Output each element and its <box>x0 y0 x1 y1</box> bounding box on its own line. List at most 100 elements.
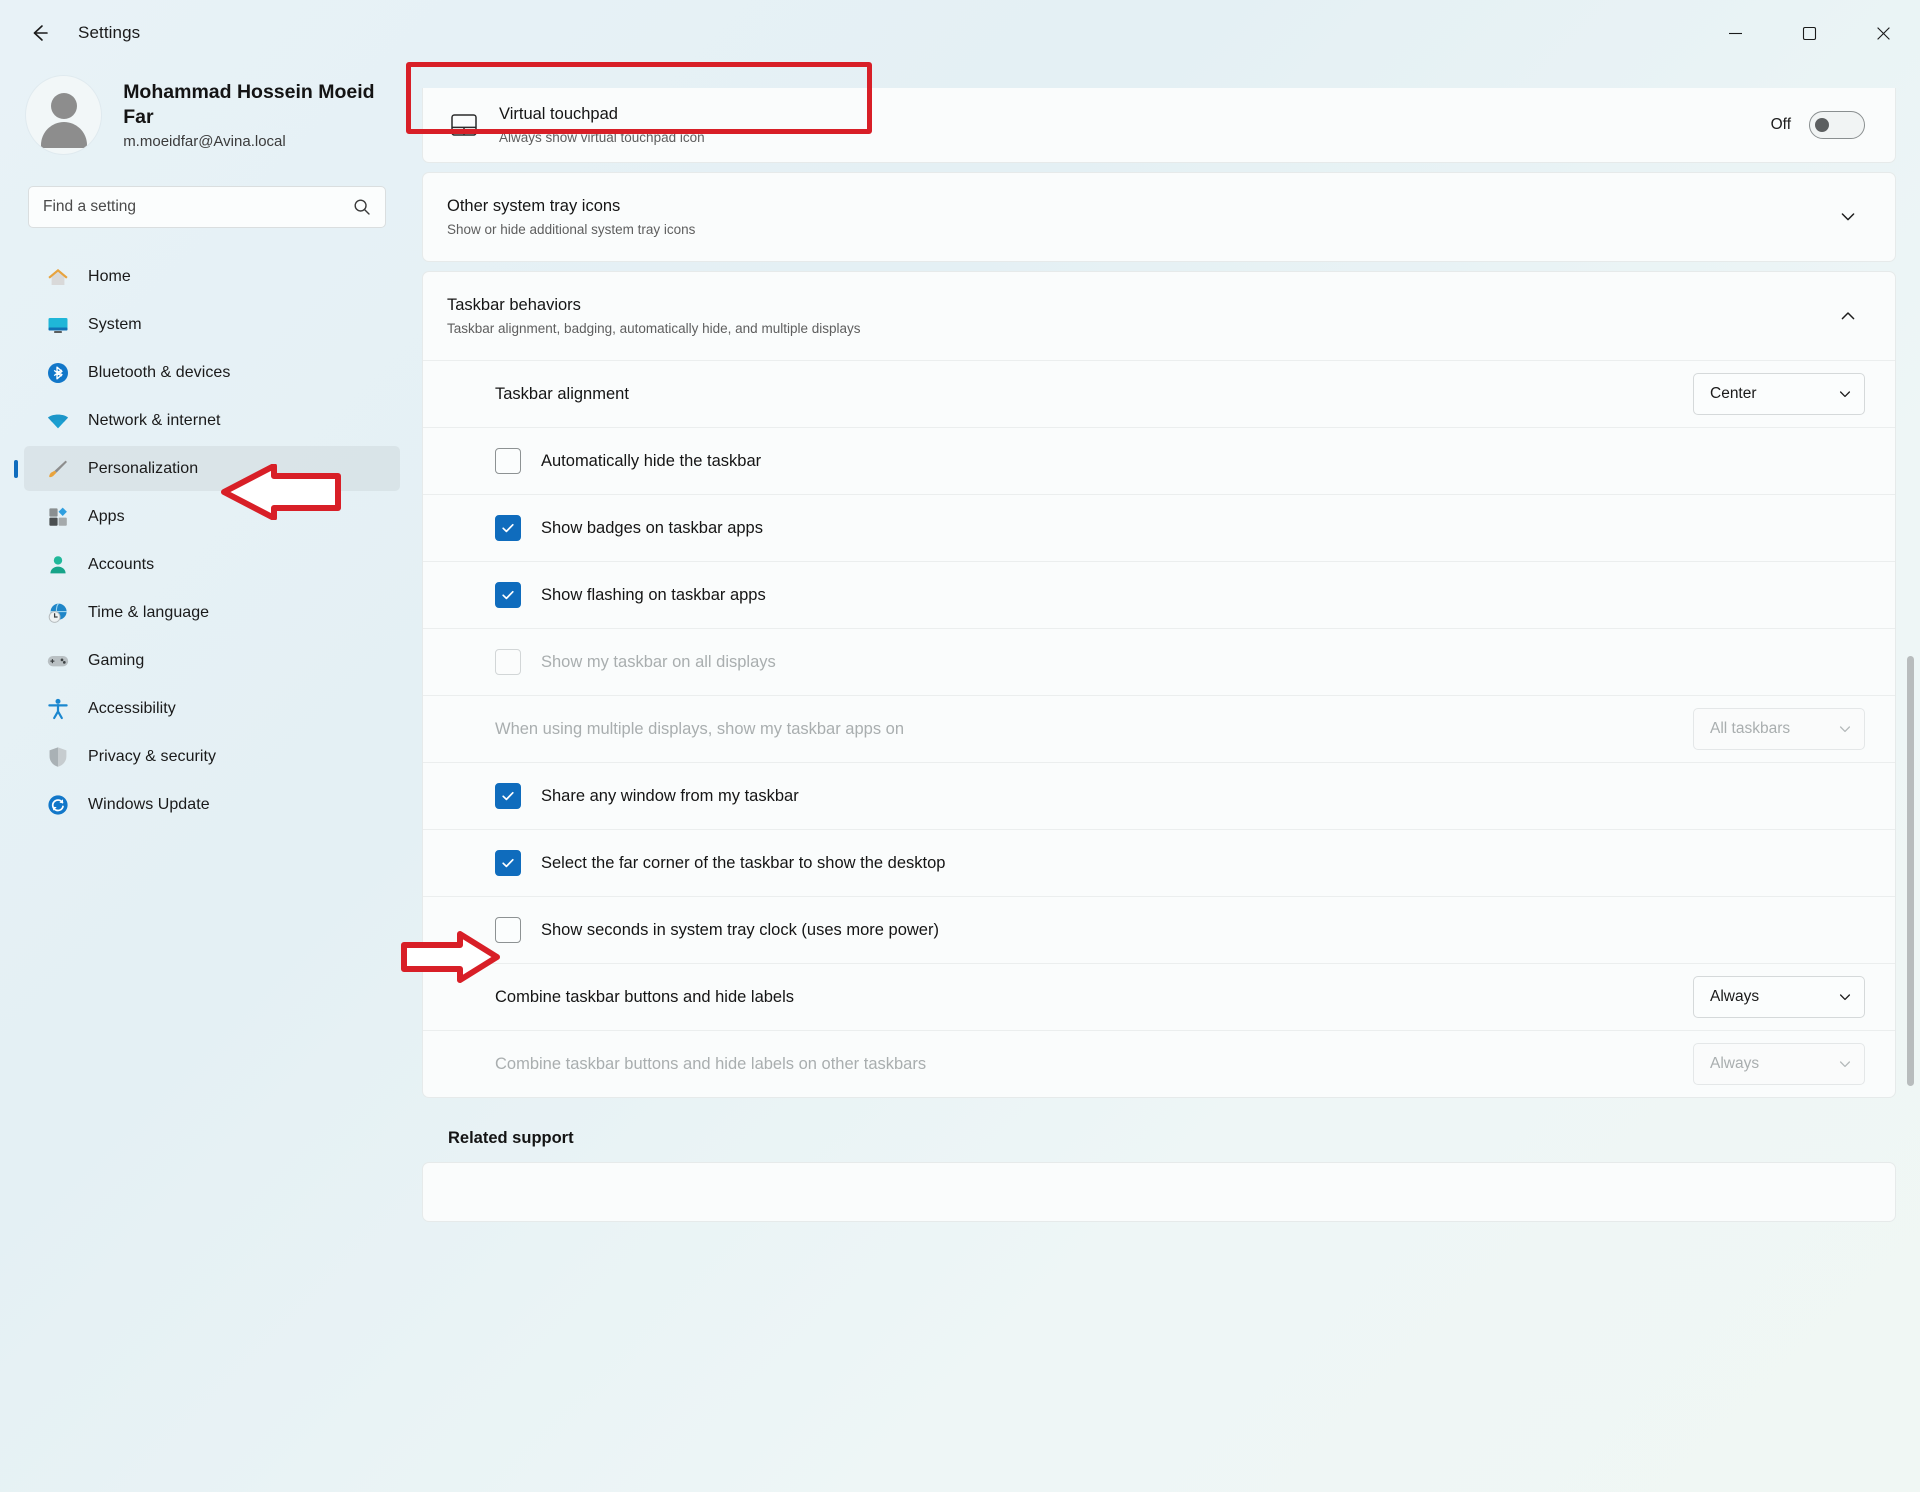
taskbar-behaviors-card: Taskbar behaviors Taskbar alignment, bad… <box>422 271 1896 1098</box>
maximize-button[interactable] <box>1772 0 1846 66</box>
sidebar-item-windows-update[interactable]: Windows Update <box>24 782 400 827</box>
sidebar-item-system[interactable]: System <box>24 302 400 347</box>
sidebar-item-privacy-security[interactable]: Privacy & security <box>24 734 400 779</box>
sidebar-item-bluetooth[interactable]: Bluetooth & devices <box>24 350 400 395</box>
sidebar-item-label: Network & internet <box>88 411 221 429</box>
dropdown-value: Center <box>1710 385 1757 402</box>
other-tray-icons-card: Other system tray icons Show or hide add… <box>422 172 1896 262</box>
close-icon <box>1876 26 1890 40</box>
show-badges-checkbox-group[interactable]: Show badges on taskbar apps <box>495 515 1865 541</box>
avatar <box>26 76 102 154</box>
sidebar-item-home[interactable]: Home <box>24 254 400 299</box>
app-title: Settings <box>78 23 141 42</box>
sidebar-item-label: Accessibility <box>88 699 176 717</box>
multiple-displays-apps-dropdown: All taskbars <box>1693 708 1865 750</box>
setting-label: Show my taskbar on all displays <box>541 652 776 671</box>
sidebar-item-label: Bluetooth & devices <box>88 363 231 381</box>
sidebar-item-personalization[interactable]: Personalization <box>24 446 400 491</box>
account-name: Mohammad Hossein Moeid Far <box>123 80 375 128</box>
select-far-corner-row: Select the far corner of the taskbar to … <box>423 829 1895 896</box>
search-input[interactable] <box>43 198 353 216</box>
sidebar-item-apps[interactable]: Apps <box>24 494 400 539</box>
virtual-touchpad-card: Virtual touchpad Always show virtual tou… <box>422 88 1896 163</box>
select-far-corner-checkbox[interactable] <box>495 850 521 876</box>
toggle-knob <box>1815 118 1829 132</box>
close-button[interactable] <box>1846 0 1920 66</box>
related-support-card[interactable] <box>422 1162 1896 1222</box>
virtual-touchpad-toggle[interactable] <box>1809 111 1865 139</box>
scrollbar-thumb[interactable] <box>1907 656 1914 1086</box>
show-badges-checkbox[interactable] <box>495 515 521 541</box>
show-flashing-checkbox-group[interactable]: Show flashing on taskbar apps <box>495 582 1865 608</box>
content-scrollbar[interactable] <box>1907 226 1914 1492</box>
chevron-down-icon <box>1839 994 1851 1001</box>
sidebar-item-gaming[interactable]: Gaming <box>24 638 400 683</box>
show-seconds-checkbox-group[interactable]: Show seconds in system tray clock (uses … <box>495 917 1865 943</box>
bluetooth-icon <box>46 361 70 385</box>
shield-icon <box>46 745 70 769</box>
apps-icon <box>46 505 70 529</box>
toggle-state-label: Off <box>1770 116 1791 133</box>
row-title: Taskbar behaviors <box>447 296 581 315</box>
account-text: Mohammad Hossein Moeid Far m.moeidfar@Av… <box>123 80 400 151</box>
other-tray-icons-controls <box>1831 200 1865 234</box>
breadcrumb: Personalization › Taskbar <box>422 66 1896 70</box>
combine-other-taskbars-dropdown: Always <box>1693 1043 1865 1085</box>
account-email: m.moeidfar@Avina.local <box>123 133 286 151</box>
sidebar-item-time-language[interactable]: Time & language <box>24 590 400 635</box>
search-box[interactable] <box>28 186 386 228</box>
sidebar-item-label: System <box>88 315 142 333</box>
sidebar-item-accessibility[interactable]: Accessibility <box>24 686 400 731</box>
sidebar-item-network[interactable]: Network & internet <box>24 398 400 443</box>
virtual-touchpad-row: Virtual touchpad Always show virtual tou… <box>423 88 1895 162</box>
other-tray-icons-text: Other system tray icons Show or hide add… <box>447 195 1831 238</box>
auto-hide-taskbar-row: Automatically hide the taskbar <box>423 427 1895 494</box>
user-avatar-icon <box>50 93 77 119</box>
setting-label: Select the far corner of the taskbar to … <box>541 853 946 872</box>
dropdown-value: All taskbars <box>1710 720 1791 737</box>
setting-label: Share any window from my taskbar <box>541 786 799 805</box>
avatar-body <box>40 122 87 148</box>
chevron-up-icon[interactable] <box>1831 299 1865 333</box>
settings-cards: Virtual touchpad Always show virtual tou… <box>422 88 1896 1222</box>
share-any-window-checkbox-group[interactable]: Share any window from my taskbar <box>495 783 1865 809</box>
show-seconds-row: Show seconds in system tray clock (uses … <box>423 896 1895 963</box>
other-tray-icons-row[interactable]: Other system tray icons Show or hide add… <box>423 173 1895 261</box>
taskbar-behaviors-text: Taskbar behaviors Taskbar alignment, bad… <box>447 294 1831 337</box>
title-bar: Settings <box>0 0 1920 66</box>
back-button[interactable] <box>16 10 62 56</box>
show-flashing-checkbox[interactable] <box>495 582 521 608</box>
show-seconds-checkbox[interactable] <box>495 917 521 943</box>
auto-hide-taskbar-checkbox-group[interactable]: Automatically hide the taskbar <box>495 448 1865 474</box>
system-icon <box>46 313 70 337</box>
combine-taskbar-buttons-dropdown[interactable]: Always <box>1693 976 1865 1018</box>
check-icon <box>502 791 514 801</box>
chevron-down-icon <box>1839 391 1851 398</box>
auto-hide-taskbar-checkbox[interactable] <box>495 448 521 474</box>
chevron-down-icon[interactable] <box>1831 200 1865 234</box>
setting-label: Show flashing on taskbar apps <box>541 585 766 604</box>
search-icon <box>354 199 370 215</box>
setting-label: When using multiple displays, show my ta… <box>495 719 905 738</box>
taskbar-alignment-dropdown[interactable]: Center <box>1693 373 1865 415</box>
sidebar-item-label: Gaming <box>88 651 145 669</box>
share-any-window-checkbox[interactable] <box>495 783 521 809</box>
sidebar-item-label: Privacy & security <box>88 747 217 765</box>
maximize-icon <box>1802 26 1816 40</box>
sidebar: Mohammad Hossein Moeid Far m.moeidfar@Av… <box>0 66 422 1492</box>
update-icon <box>46 793 70 817</box>
select-far-corner-checkbox-group[interactable]: Select the far corner of the taskbar to … <box>495 850 1865 876</box>
network-icon <box>46 409 70 433</box>
show-taskbar-all-displays-row: Show my taskbar on all displays <box>423 628 1895 695</box>
sidebar-item-accounts[interactable]: Accounts <box>24 542 400 587</box>
row-title: Virtual touchpad <box>499 105 618 124</box>
account-summary[interactable]: Mohammad Hossein Moeid Far m.moeidfar@Av… <box>0 66 400 154</box>
dropdown-value: Always <box>1710 988 1760 1005</box>
taskbar-behaviors-header[interactable]: Taskbar behaviors Taskbar alignment, bad… <box>423 272 1895 360</box>
chevron-down-icon <box>1839 726 1851 733</box>
accounts-icon <box>46 553 70 577</box>
show-taskbar-all-displays-checkbox <box>495 649 521 675</box>
row-subtitle: Show or hide additional system tray icon… <box>447 221 696 237</box>
minimize-button[interactable] <box>1698 0 1772 66</box>
gamepad-icon <box>46 649 70 673</box>
